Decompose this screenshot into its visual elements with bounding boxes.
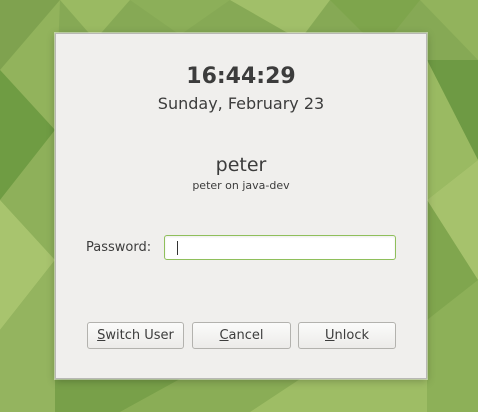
cancel-button[interactable]: Cancel (192, 322, 291, 349)
cancel-mnemonic: C (219, 328, 229, 343)
unlock-label: nlock (334, 328, 369, 343)
switch-user-button[interactable]: Switch User (87, 322, 184, 349)
user-host-line: peter on java-dev (192, 179, 290, 192)
switch-user-label: witch User (105, 328, 174, 343)
username: peter (215, 154, 267, 176)
text-caret (177, 241, 178, 255)
password-field[interactable] (164, 235, 396, 260)
clock-time: 16:44:29 (186, 64, 296, 89)
unlock-button[interactable]: Unlock (298, 322, 396, 349)
unlock-mnemonic: U (325, 328, 335, 343)
unlock-dialog: 16:44:29 Sunday, February 23 peter peter… (55, 33, 427, 379)
cancel-label: ancel (228, 328, 264, 343)
password-label: Password: (86, 240, 152, 255)
clock-date: Sunday, February 23 (157, 94, 325, 113)
